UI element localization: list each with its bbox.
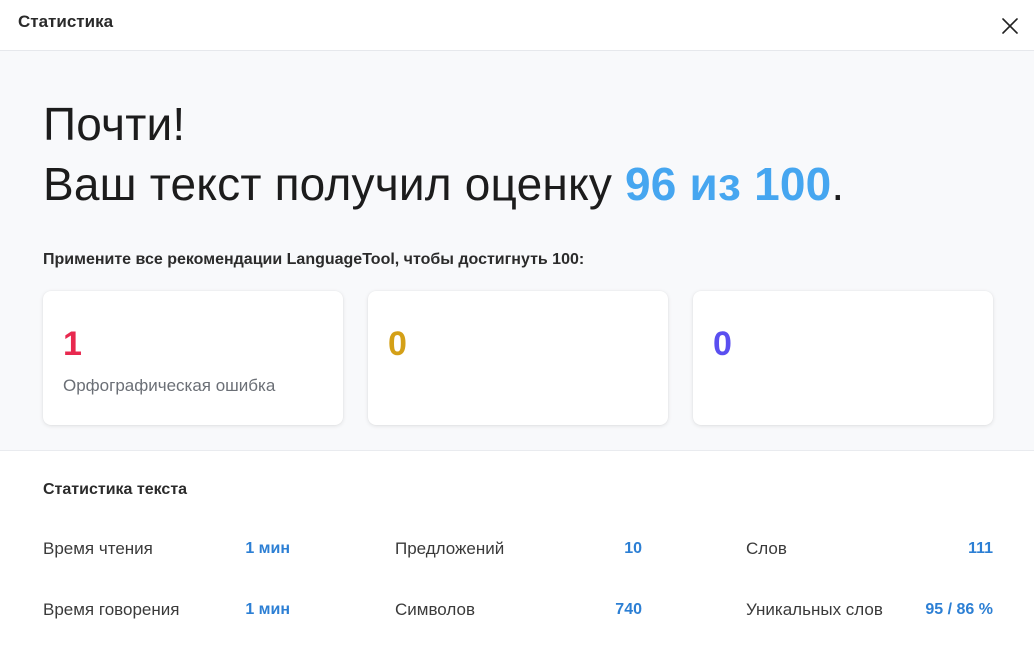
stat-value-characters: 740 <box>615 601 642 618</box>
dialog-header: Статистика <box>0 0 1034 51</box>
stat-label-sentences: Предложений <box>395 539 505 558</box>
headline-line1: Почти! <box>43 98 186 150</box>
recommendation-text: Примените все рекомендации LanguageTool,… <box>43 251 585 268</box>
score-section: Почти! Ваш текст получил оценку 96 из 10… <box>0 51 1034 451</box>
stat-label-speaking-time: Время говорения <box>43 600 180 619</box>
headline-line2: Ваш текст получил оценку 96 из 100. <box>43 154 844 214</box>
text-stats-title: Статистика текста <box>43 481 188 498</box>
card-style-suggestions[interactable]: 0 <box>693 291 993 425</box>
stat-label-words: Слов <box>746 539 787 558</box>
score-headline: Почти! Ваш текст получил оценку 96 из 10… <box>43 94 844 214</box>
stat-value-reading-time: 1 мин <box>245 540 290 557</box>
stat-value-unique-words: 95 / 86 % <box>925 601 993 618</box>
dialog-title: Статистика <box>18 12 114 31</box>
close-icon <box>1002 18 1018 34</box>
stat-value-speaking-time: 1 мин <box>245 601 290 618</box>
stat-value-words: 111 <box>968 540 993 557</box>
card-grammar-errors[interactable]: 0 <box>368 291 668 425</box>
card-label: Орфографическая ошибка <box>63 376 276 395</box>
card-count: 1 <box>63 325 82 363</box>
stat-label-characters: Символов <box>395 600 475 619</box>
card-count: 0 <box>388 325 407 363</box>
score-value: 96 из 100 <box>625 158 832 210</box>
stat-label-unique-words: Уникальных слов <box>746 600 883 619</box>
stat-value-sentences: 10 <box>624 540 642 557</box>
headline-suffix: . <box>831 158 845 210</box>
close-button[interactable] <box>996 12 1024 40</box>
card-count: 0 <box>713 325 732 363</box>
stat-label-reading-time: Время чтения <box>43 539 153 558</box>
card-spelling-errors[interactable]: 1 Орфографическая ошибка <box>43 291 343 425</box>
headline-prefix: Ваш текст получил оценку <box>43 158 625 210</box>
